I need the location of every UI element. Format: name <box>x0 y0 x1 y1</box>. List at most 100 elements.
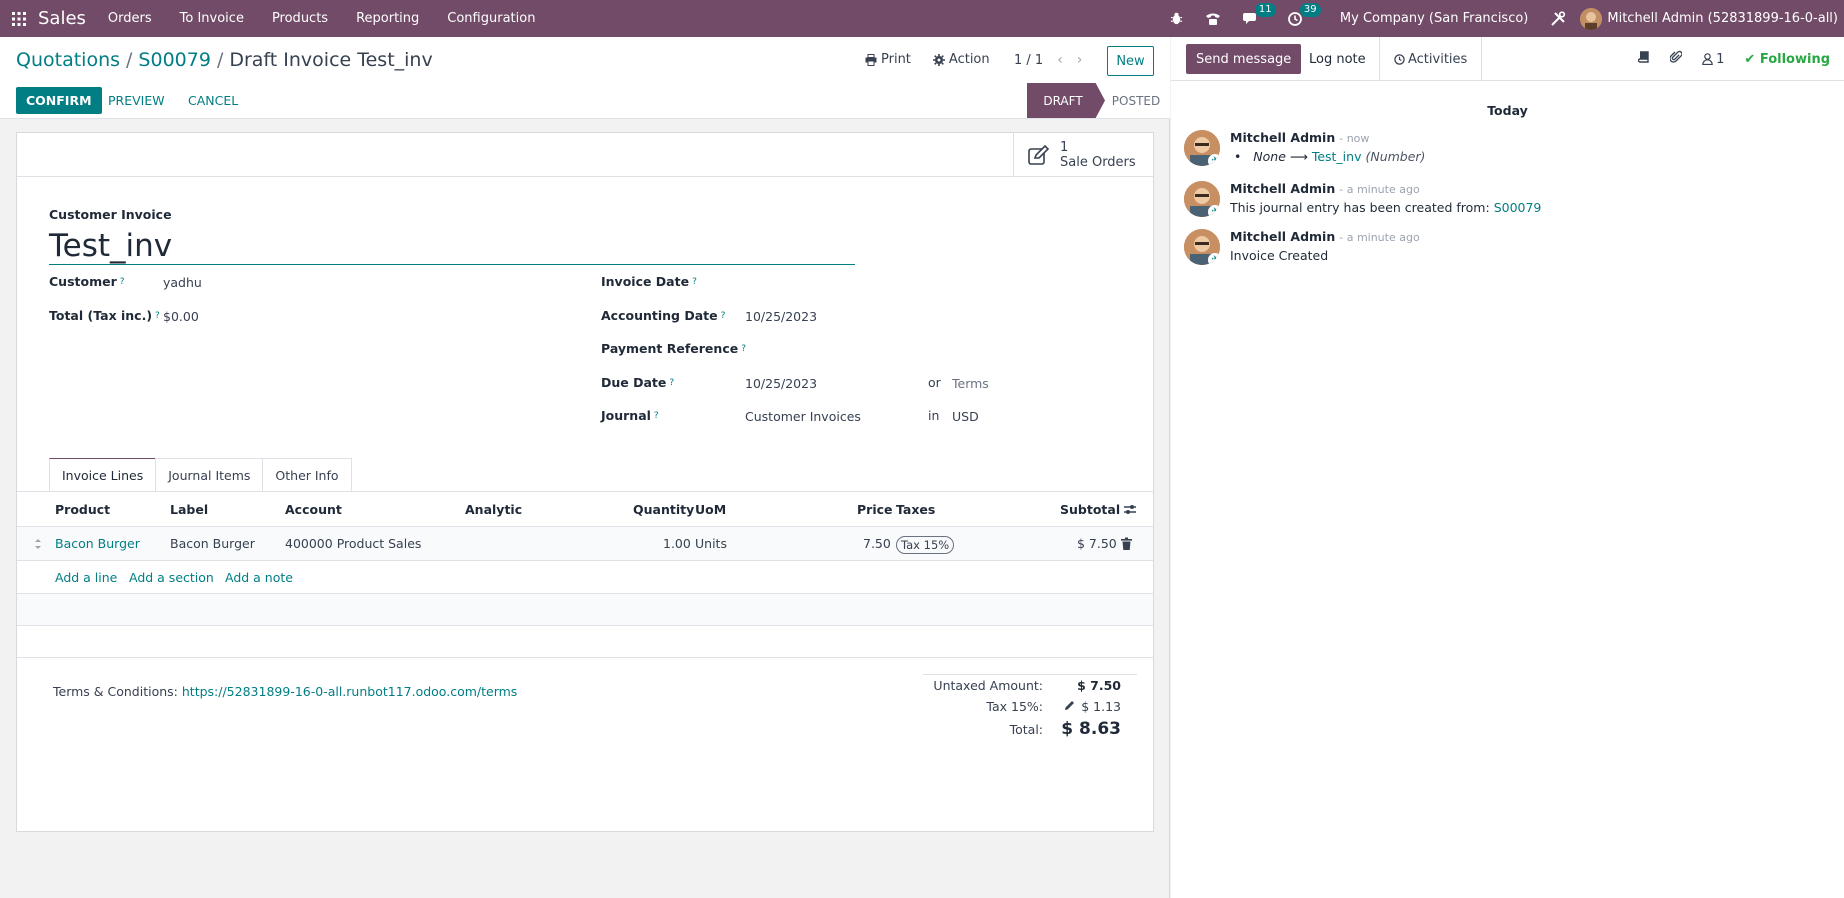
customer-value[interactable]: yadhu <box>163 275 202 290</box>
menu-configuration[interactable]: Configuration <box>447 11 535 26</box>
grand-total-value: $ 8.63 <box>1061 719 1121 739</box>
col-analytic[interactable]: Analytic <box>465 492 522 527</box>
smart-button-bar: 1 Sale Orders <box>17 133 1153 177</box>
edit-pencil-square-icon <box>1028 145 1050 165</box>
author-avatar[interactable]: ✈ <box>1184 229 1220 265</box>
col-subtotal[interactable]: Subtotal <box>1060 492 1120 527</box>
add-section-link[interactable]: Add a section <box>129 561 214 594</box>
menu-reporting[interactable]: Reporting <box>356 11 419 26</box>
col-price[interactable]: Price <box>857 492 893 527</box>
help-icon[interactable]: ? <box>741 344 746 354</box>
message-body: This journal entry has been created from… <box>1230 200 1542 215</box>
row-account[interactable]: 400000 Product Sales <box>285 527 421 561</box>
row-quantity[interactable]: 1.00 <box>663 527 691 561</box>
delete-trash-icon[interactable] <box>1121 527 1132 561</box>
breadcrumb-quotations[interactable]: Quotations <box>16 49 120 71</box>
print-button[interactable]: Print <box>865 52 911 67</box>
help-icon[interactable]: ? <box>654 411 659 421</box>
row-drag-handle-icon[interactable] <box>34 527 42 561</box>
activities-button[interactable]: Activities <box>1379 37 1483 81</box>
sale-orders-smart-button[interactable]: 1 Sale Orders <box>1013 133 1153 177</box>
row-price[interactable]: 7.50 <box>863 527 891 561</box>
breadcrumb-order[interactable]: S00079 <box>138 49 211 71</box>
col-uom[interactable]: UoM <box>695 492 726 527</box>
stage-posted[interactable]: POSTED <box>1110 83 1162 118</box>
optional-columns-icon[interactable] <box>1123 492 1137 527</box>
phone-icon[interactable] <box>1205 12 1221 26</box>
pager-value[interactable]: 1 / 1 <box>1014 53 1043 68</box>
col-label[interactable]: Label <box>170 492 208 527</box>
row-product[interactable]: Bacon Burger <box>55 527 140 561</box>
add-line-link[interactable]: Add a line <box>55 561 117 594</box>
pager-previous-icon[interactable]: ‹ <box>1057 52 1063 68</box>
menu-orders[interactable]: Orders <box>108 11 152 26</box>
help-icon[interactable]: ? <box>669 378 674 388</box>
invoice-type-label: Customer Invoice <box>49 207 172 222</box>
col-taxes[interactable]: Taxes <box>896 492 935 527</box>
edit-pencil-icon[interactable] <box>1064 699 1075 714</box>
source-order-link[interactable]: S00079 <box>1494 200 1542 215</box>
cancel-button[interactable]: CANCEL <box>188 87 238 114</box>
message-author[interactable]: Mitchell Admin <box>1230 181 1335 196</box>
user-avatar[interactable] <box>1580 7 1603 30</box>
tax-badge[interactable]: Tax 15% <box>896 536 955 554</box>
currency-input[interactable]: USD <box>952 409 979 424</box>
log-note-button[interactable]: Log note <box>1309 44 1366 74</box>
col-product[interactable]: Product <box>55 492 110 527</box>
help-icon[interactable]: ? <box>120 277 125 287</box>
terms-link[interactable]: https://52831899-16-0-all.runbot117.odoo… <box>182 684 517 699</box>
company-switcher[interactable]: My Company (San Francisco) <box>1340 11 1528 26</box>
pager-next-icon[interactable]: › <box>1077 52 1083 68</box>
table-row[interactable]: Bacon Burger Bacon Burger 400000 Product… <box>17 527 1153 561</box>
row-uom[interactable]: Units <box>695 527 727 561</box>
tab-journal-items[interactable]: Journal Items <box>155 458 264 492</box>
journal-label: Journal <box>601 408 651 423</box>
accounting-date-input[interactable]: 10/25/2023 <box>745 309 817 324</box>
book-icon[interactable] <box>1637 51 1650 67</box>
journal-input[interactable]: Customer Invoices <box>745 409 861 424</box>
due-date-label: Due Date <box>601 375 667 390</box>
invoice-name-input[interactable]: Test_inv <box>49 228 855 265</box>
tab-invoice-lines[interactable]: Invoice Lines <box>49 458 157 492</box>
tax-label: Tax 15%: <box>986 699 1043 714</box>
menu-products[interactable]: Products <box>272 11 328 26</box>
following-button[interactable]: ✔ Following <box>1744 52 1830 67</box>
activities-clock-icon[interactable]: 39 <box>1288 2 1321 26</box>
tab-other-info[interactable]: Other Info <box>262 458 352 492</box>
author-avatar[interactable]: ✈ <box>1184 130 1220 166</box>
send-message-button[interactable]: Send message <box>1186 44 1302 74</box>
messages-icon[interactable]: 11 <box>1242 2 1276 26</box>
payment-terms-input[interactable]: Terms <box>952 376 989 391</box>
help-icon[interactable]: ? <box>721 311 726 321</box>
tax-value: $ 1.13 <box>1081 699 1121 714</box>
menu-to-invoice[interactable]: To Invoice <box>180 11 244 26</box>
app-menu-icon[interactable] <box>0 11 38 26</box>
author-avatar[interactable]: ✈ <box>1184 181 1220 217</box>
debug-bug-icon[interactable] <box>1170 12 1183 25</box>
confirm-button[interactable]: CONFIRM <box>16 87 102 114</box>
action-button[interactable]: Action <box>932 52 990 67</box>
help-icon[interactable]: ? <box>692 277 697 287</box>
paperclip-icon[interactable] <box>1669 50 1683 68</box>
arrow-right-icon: ⟶ <box>1289 149 1308 164</box>
print-label: Print <box>881 52 911 67</box>
message-time: - now <box>1339 132 1370 145</box>
due-date-input[interactable]: 10/25/2023 <box>745 376 817 391</box>
settings-tools-icon[interactable] <box>1550 10 1566 27</box>
followers-button[interactable]: 1 <box>1702 52 1724 67</box>
row-label[interactable]: Bacon Burger <box>170 527 255 561</box>
new-button[interactable]: New <box>1107 46 1154 76</box>
help-icon[interactable]: ? <box>155 311 160 321</box>
user-menu[interactable]: Mitchell Admin (52831899-16-0-all) <box>1607 11 1838 26</box>
add-note-link[interactable]: Add a note <box>225 561 293 594</box>
app-name[interactable]: Sales <box>38 8 86 29</box>
stage-draft[interactable]: DRAFT <box>1027 83 1105 118</box>
message-author[interactable]: Mitchell Admin <box>1230 229 1335 244</box>
total-value: $0.00 <box>163 309 199 324</box>
preview-button[interactable]: PREVIEW <box>108 87 165 114</box>
col-quantity[interactable]: Quantity <box>633 492 694 527</box>
payment-reference-field: Payment Reference? <box>601 341 746 356</box>
col-account[interactable]: Account <box>285 492 342 527</box>
invoice-date-input[interactable] <box>745 274 1045 292</box>
message-author[interactable]: Mitchell Admin <box>1230 130 1335 145</box>
